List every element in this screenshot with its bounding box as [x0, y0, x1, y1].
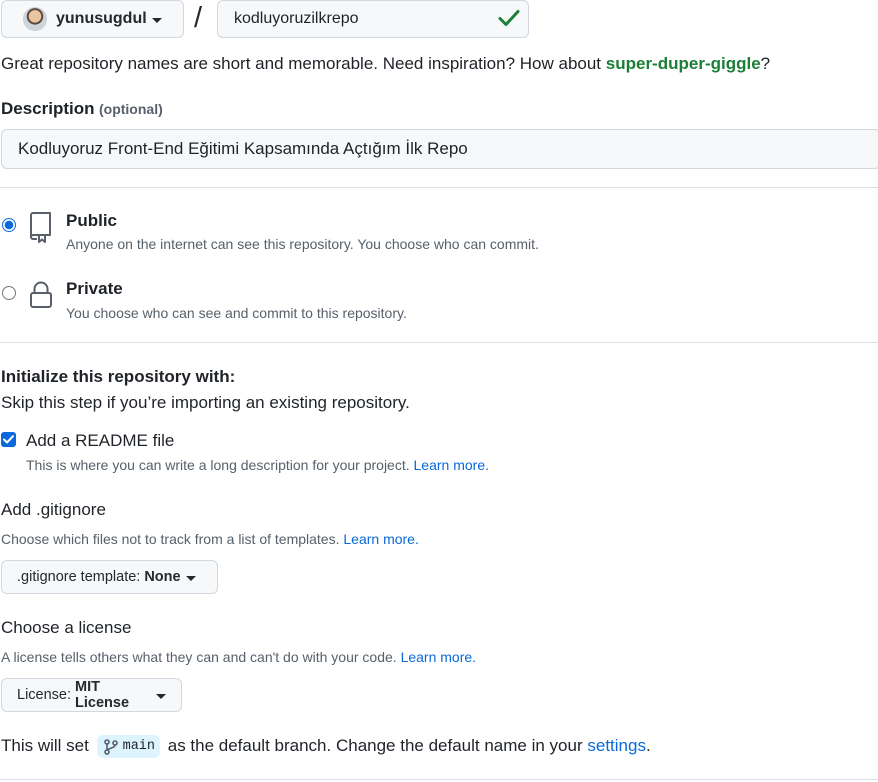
- lock-icon: [30, 281, 52, 308]
- readme-learn-more-link[interactable]: Learn more.: [414, 457, 489, 473]
- default-branch-note: This will set main as the default branch…: [1, 735, 651, 758]
- gitignore-button-prefix: .gitignore template:: [17, 569, 141, 585]
- settings-link[interactable]: settings: [587, 736, 646, 755]
- init-subtitle: Skip this step if you’re importing an ex…: [1, 393, 410, 412]
- check-icon: [498, 10, 520, 26]
- gitignore-button-value: None: [144, 569, 181, 585]
- checkmark-icon: [3, 435, 14, 444]
- git-branch-icon: [103, 738, 118, 755]
- repository-name-input[interactable]: [217, 0, 529, 38]
- private-subtitle: You choose who can see and commit to thi…: [66, 305, 407, 321]
- owner-name: yunusugdul: [56, 10, 147, 27]
- branch-note-middle: as the default branch. Change the defaul…: [167, 735, 583, 755]
- optional-tag: (optional): [98, 101, 163, 117]
- init-title: Initialize this repository with:: [1, 367, 236, 386]
- branch-pill: main: [96, 735, 160, 758]
- readme-checkbox[interactable]: [1, 432, 16, 447]
- hint-suffix: ?: [760, 54, 771, 73]
- readme-desc-text: This is where you can write a long descr…: [26, 457, 410, 473]
- public-title: Public: [66, 211, 118, 230]
- license-title: Choose a license: [1, 618, 132, 637]
- name-suggestion-link[interactable]: super-duper-giggle: [606, 54, 761, 73]
- branch-note-prefix: This will set: [1, 735, 89, 755]
- owner-dropdown-button[interactable]: yunusugdul: [1, 0, 184, 38]
- license-description: A license tells others what they can and…: [1, 649, 476, 665]
- repository-name-hint: Great repository names are short and mem…: [1, 54, 770, 74]
- gitignore-desc-text: Choose which files not to track from a l…: [1, 531, 340, 547]
- description-label: Description (optional): [1, 99, 163, 119]
- gitignore-description: Choose which files not to track from a l…: [1, 531, 419, 547]
- readme-label[interactable]: Add a README file: [26, 431, 174, 451]
- hint-text: Great repository names are short and mem…: [1, 54, 606, 73]
- license-desc-text: A license tells others what they can and…: [1, 649, 397, 665]
- owner-repo-separator: /: [194, 2, 203, 34]
- repo-book-icon: [30, 212, 51, 243]
- description-label-text: Description: [1, 99, 95, 118]
- divider: [0, 187, 878, 188]
- branch-note-suffix: .: [645, 735, 651, 755]
- license-dropdown[interactable]: License: MIT License: [1, 678, 182, 712]
- license-button-value: MIT License: [75, 679, 130, 711]
- public-radio[interactable]: [2, 218, 16, 232]
- private-title: Private: [66, 279, 123, 298]
- caret-down-icon: [156, 693, 166, 699]
- private-radio[interactable]: [2, 286, 16, 300]
- public-subtitle: Anyone on the internet can see this repo…: [66, 236, 539, 252]
- avatar: [23, 7, 47, 31]
- description-input[interactable]: [1, 129, 878, 169]
- divider: [0, 342, 878, 343]
- gitignore-title: Add .gitignore: [1, 500, 106, 519]
- divider: [0, 779, 878, 780]
- caret-down-icon: [151, 17, 162, 23]
- readme-description: This is where you can write a long descr…: [26, 457, 489, 473]
- caret-down-icon: [185, 575, 196, 581]
- license-button-prefix: License:: [17, 687, 72, 703]
- branch-name: main: [122, 739, 155, 754]
- gitignore-learn-more-link[interactable]: Learn more.: [343, 531, 418, 547]
- gitignore-template-dropdown[interactable]: .gitignore template: None: [1, 560, 218, 594]
- license-learn-more-link[interactable]: Learn more.: [401, 649, 476, 665]
